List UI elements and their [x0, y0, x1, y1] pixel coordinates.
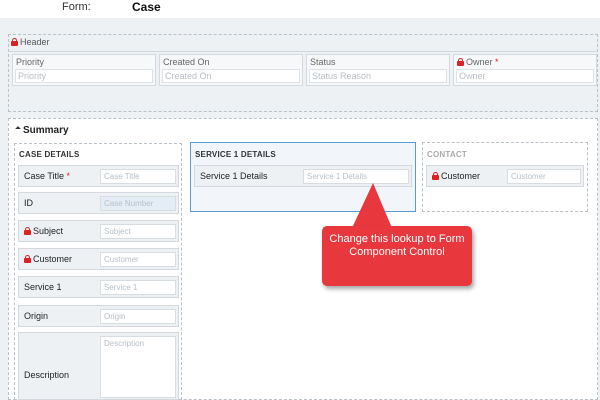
divider [8, 51, 598, 52]
lock-icon [24, 255, 31, 263]
origin-input[interactable]: Origin [100, 309, 176, 324]
field-label: Priority [16, 57, 45, 67]
field-label: Status [310, 57, 336, 67]
field-label: Owner * [457, 57, 499, 67]
id-row[interactable]: ID Case Number [18, 192, 179, 214]
case-number-input[interactable]: Case Number [100, 196, 176, 211]
field-label: ID [24, 198, 33, 208]
subject-label: Subject [33, 226, 64, 236]
form-title-bar: Form: Case [0, 0, 600, 16]
priority-input[interactable]: Priority [15, 69, 153, 83]
callout-annotation: Change this lookup to Form Component Con… [322, 226, 472, 286]
service-1-details-row[interactable]: Service 1 Details Service 1 Details [194, 165, 412, 187]
header-title-text: Header [20, 37, 50, 47]
lock-icon [457, 58, 464, 66]
service-1-details-input[interactable]: Service 1 Details [303, 169, 409, 184]
contact-customer-input[interactable]: Customer [507, 169, 581, 184]
field-label: Service 1 [24, 282, 62, 292]
created-on-input[interactable]: Created On [162, 69, 300, 83]
customer-label: Customer [33, 254, 73, 264]
header-field-status[interactable]: Status Status Reason [306, 54, 450, 86]
subject-input[interactable]: Subject [100, 224, 176, 239]
field-label: Service 1 Details [200, 171, 268, 181]
field-label: Origin [24, 311, 49, 321]
header-title: Header [11, 37, 50, 47]
header-field-owner[interactable]: Owner * Owner [453, 54, 597, 86]
field-label: Case Title * [24, 171, 70, 181]
case-title-input[interactable]: Case Title [100, 169, 176, 184]
owner-label: Owner [466, 57, 493, 67]
case-title-label: Case Title [24, 171, 65, 181]
subject-row[interactable]: Subject Subject [18, 220, 179, 242]
section-title: CONTACT [427, 150, 467, 159]
field-label: Customer [432, 171, 480, 181]
header-field-priority[interactable]: Priority Priority [12, 54, 156, 86]
form-label: Form: [62, 1, 91, 13]
description-input[interactable]: Description [100, 336, 176, 398]
contact-customer-label: Customer [441, 171, 481, 181]
owner-input[interactable]: Owner [456, 69, 594, 83]
required-marker: * [495, 57, 499, 67]
customer-row[interactable]: Customer Customer [18, 248, 179, 270]
header-field-created-on[interactable]: Created On Created On [159, 54, 303, 86]
summary-title[interactable]: Summary [15, 125, 69, 136]
section-title: CASE DETAILS [19, 150, 80, 159]
required-marker: * [66, 171, 71, 181]
origin-row[interactable]: Origin Origin [18, 305, 179, 327]
contact-customer-row[interactable]: Customer Customer [426, 165, 584, 187]
case-title-row[interactable]: Case Title * Case Title [18, 165, 179, 187]
field-label: Created On [163, 57, 210, 67]
customer-input[interactable]: Customer [100, 252, 176, 267]
field-label: Customer [24, 254, 72, 264]
section-title: SERVICE 1 DETAILS [195, 150, 276, 159]
status-input[interactable]: Status Reason [309, 69, 447, 83]
summary-title-text: Summary [23, 125, 69, 136]
description-row[interactable]: Description Description [18, 332, 179, 400]
field-label: Subject [24, 226, 63, 236]
field-label: Description [24, 370, 70, 380]
service-1-input[interactable]: Service 1 [100, 280, 176, 295]
lock-icon [24, 227, 31, 235]
lock-icon [432, 172, 439, 180]
lock-icon [11, 38, 18, 46]
service-1-row[interactable]: Service 1 Service 1 [18, 276, 179, 298]
collapse-caret-icon[interactable] [15, 126, 21, 132]
form-name[interactable]: Case [132, 0, 161, 14]
